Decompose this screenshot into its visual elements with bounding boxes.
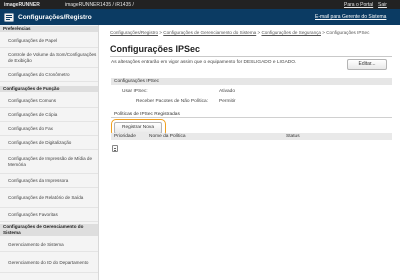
device-model: imageRUNNER1435 / iR1435 / <box>65 1 134 8</box>
column-priority: Prioridade <box>114 134 136 139</box>
edit-button[interactable]: Editar... <box>347 59 387 70</box>
delete-icon[interactable] <box>112 145 118 152</box>
receive-non-policy-value: Permitir <box>219 99 236 104</box>
sidebar-item-common-settings[interactable]: Configurações Comuns <box>0 95 98 108</box>
sidebar-item-copy-settings[interactable]: Configurações de Cópia <box>0 109 98 122</box>
breadcrumb: Configurações/Registro > Configurações d… <box>110 30 390 36</box>
sidebar-category-system-management: Configurações de Gerenciamento do Sistem… <box>0 224 98 236</box>
sidebar-item-printer-settings[interactable]: Configurações da Impressora <box>0 175 98 188</box>
ipsec-settings-header: Configurações IPSec <box>111 78 392 85</box>
sidebar-item-output-report[interactable]: Configurações de Relatório de Saída <box>0 189 98 208</box>
page-header: Configurações/Registro E-mail para Geren… <box>0 9 400 25</box>
restart-notice: As alterações entrarão em vigor assim qu… <box>111 60 297 65</box>
sidebar-item-paper-settings[interactable]: Configurações de Papel <box>0 35 98 48</box>
breadcrumb-item[interactable]: Configurações de Gerenciamento do Sistem… <box>163 30 256 35</box>
policy-table-header: Prioridade Nome da Política Status <box>111 133 392 140</box>
sidebar-item-timer-settings[interactable]: Configurações do Cronômetro <box>0 69 98 82</box>
header-title: Configurações/Registro <box>18 13 92 21</box>
sidebar-item-department-id[interactable]: Gerenciamento do ID do Departamento <box>0 253 98 273</box>
column-status: Status <box>286 134 300 139</box>
sidebar-item-volume-display[interactable]: Controle de Volume da Som/Configurações … <box>0 49 98 68</box>
title-divider <box>110 56 392 57</box>
page-title: Configurações IPSec <box>110 44 201 54</box>
sidebar-item-memory-media-print[interactable]: Configurações de Impressão de Mídia de M… <box>0 151 98 174</box>
breadcrumb-item[interactable]: Configurações de Segurança <box>261 30 321 35</box>
breadcrumb-separator: > <box>159 30 162 35</box>
settings-registration-icon <box>4 12 14 22</box>
top-bar: imageRUNNER imageRUNNER1435 / iR1435 / P… <box>0 0 400 9</box>
column-policy-name: Nome da Política <box>149 134 186 139</box>
sidebar-item-fax-settings[interactable]: Configurações do Fax <box>0 123 98 136</box>
breadcrumb-separator: > <box>322 30 325 35</box>
use-ipsec-value: Ativado <box>219 89 235 94</box>
sidebar-item-system-management[interactable]: Gerenciamento de Sistema <box>0 239 98 252</box>
receive-non-policy-label: Receber Pacotes de Não Política: <box>136 99 208 104</box>
registered-policies-header: Políticas de IPSec Registradas <box>111 111 392 118</box>
logout-link[interactable]: Sair <box>378 2 387 8</box>
portal-link[interactable]: Para o Portal <box>344 2 373 8</box>
breadcrumb-current: Configurações IPSec <box>326 30 370 35</box>
breadcrumb-separator: > <box>257 30 261 35</box>
sidebar-category-preferences: Preferências <box>0 26 98 32</box>
sidebar-item-favorite-settings[interactable]: Configurações Favoritas <box>0 209 98 222</box>
brand-name: imageRUNNER <box>4 1 40 8</box>
sidebar-item-scan-settings[interactable]: Configurações de Digitalização <box>0 137 98 150</box>
mail-admin-link[interactable]: E-mail para Gerente do Sistema <box>315 14 386 20</box>
use-ipsec-label: Usar IPSec: <box>122 89 148 94</box>
sidebar-category-function-settings: Configurações de Função <box>0 86 98 92</box>
breadcrumb-item[interactable]: Configurações/Registro <box>110 30 158 35</box>
sidebar: Preferências Configurações de Papel Cont… <box>0 25 99 280</box>
main-content: Configurações/Registro > Configurações d… <box>106 25 396 280</box>
